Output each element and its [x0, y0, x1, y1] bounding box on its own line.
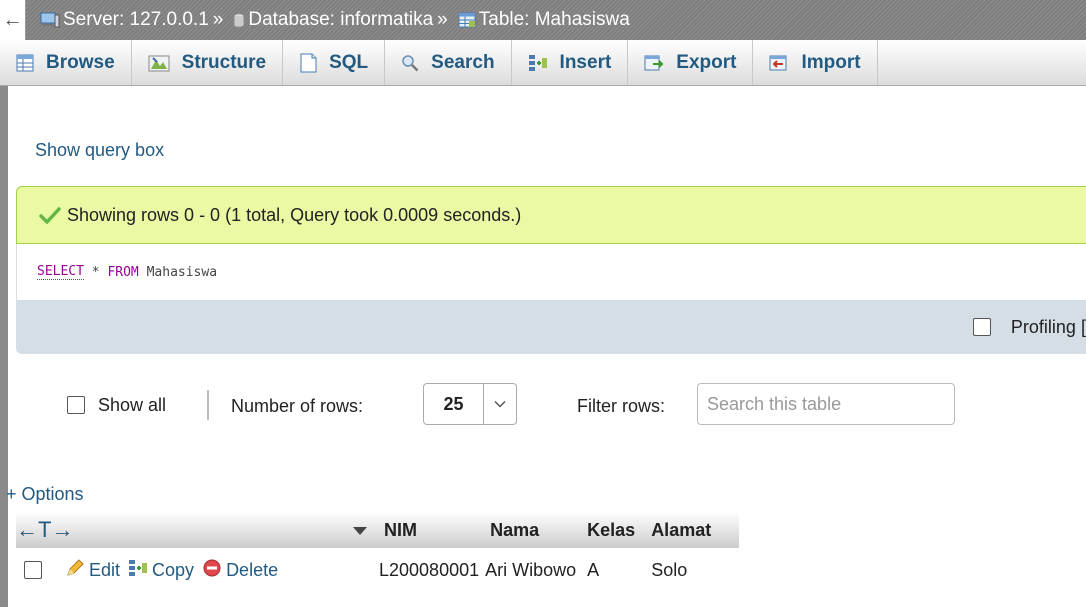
pencil-icon	[65, 558, 85, 583]
checkmark-icon	[39, 206, 61, 224]
sql-star: *	[83, 264, 108, 280]
copy-label: Copy	[152, 559, 195, 580]
tab-import-label: Import	[801, 51, 861, 73]
tab-sql-label: SQL	[329, 51, 369, 73]
row-controls-header: ← T →	[16, 512, 376, 548]
arrow-right-icon: →	[51, 517, 74, 542]
sql-keyword-select[interactable]: SELECT	[37, 264, 84, 280]
profiling-checkbox[interactable]	[972, 318, 991, 336]
tab-export-label: Export	[676, 51, 737, 73]
options-link[interactable]: + Options	[6, 484, 84, 505]
breadcrumb-server[interactable]: Server: 127.0.0.1	[34, 9, 209, 31]
insert-icon	[128, 559, 148, 582]
column-header-alamat[interactable]: Alamat	[643, 512, 740, 548]
sql-icon	[299, 53, 317, 73]
import-icon	[769, 54, 789, 72]
number-of-rows-value: 25	[424, 384, 484, 424]
navigation-panel-edge	[0, 86, 8, 607]
cell-alamat: Solo	[651, 559, 688, 580]
browse-icon	[16, 54, 34, 72]
search-icon	[401, 54, 419, 72]
export-icon	[644, 54, 664, 72]
breadcrumb-bar: ← Server: 127.0.0.1 » Database: informat…	[0, 0, 1086, 40]
breadcrumb-separator: »	[437, 9, 448, 30]
breadcrumb-table-label: Table: Mahasiswa	[478, 9, 630, 30]
number-of-rows-label: Number of rows:	[231, 396, 364, 416]
breadcrumb-database-label: Database: informatika	[248, 9, 434, 30]
success-message: Showing rows 0 - 0 (1 total, Query took …	[16, 186, 1086, 244]
show-all-label: Show all	[98, 395, 167, 415]
arrow-left-icon: ←	[16, 517, 38, 542]
results-table: ← T → NIM Nama Kelas Alamat Edit Copy De…	[16, 512, 740, 592]
column-header-kelas[interactable]: Kelas	[579, 512, 644, 548]
breadcrumb: Server: 127.0.0.1 » Database: informatik…	[26, 9, 630, 31]
filter-rows-label: Filter rows:	[577, 396, 666, 416]
breadcrumb-table[interactable]: Table: Mahasiswa	[452, 9, 630, 31]
t-marker-icon: T	[38, 517, 52, 542]
tab-export[interactable]: Export	[628, 40, 754, 85]
column-header-nama[interactable]: Nama	[482, 512, 580, 548]
nav-divider	[207, 390, 209, 420]
tab-search[interactable]: Search	[385, 40, 512, 85]
row-checkbox[interactable]	[24, 561, 42, 579]
cell-kelas: A	[587, 559, 600, 580]
filter-rows-input[interactable]	[697, 383, 955, 425]
tab-sql[interactable]: SQL	[283, 40, 386, 85]
tab-insert-label: Insert	[559, 51, 612, 73]
back-arrow-icon[interactable]: ←	[0, 0, 26, 40]
column-resize-arrows[interactable]: ← T →	[16, 517, 73, 543]
column-header-nim[interactable]: NIM	[376, 512, 483, 548]
insert-icon	[528, 54, 548, 72]
query-options-bar: Profiling [Ed	[16, 300, 1086, 354]
tab-browse-label: Browse	[46, 51, 115, 73]
triangle-down-icon[interactable]	[352, 520, 368, 541]
table-icon	[458, 12, 476, 28]
server-icon	[40, 12, 60, 28]
database-icon	[233, 12, 245, 28]
copy-button[interactable]: Copy	[128, 559, 194, 582]
edit-label: Edit	[89, 559, 121, 580]
breadcrumb-database[interactable]: Database: informatika	[227, 9, 433, 31]
tab-bar: Browse Structure SQL Search Insert Expor…	[0, 40, 1086, 86]
chevron-down-icon	[484, 400, 516, 408]
breadcrumb-separator: »	[212, 9, 224, 30]
tab-search-label: Search	[431, 51, 495, 73]
tab-structure[interactable]: Structure	[132, 40, 284, 85]
edit-button[interactable]: Edit	[65, 558, 120, 583]
cell-nama: Ari Wibowo	[485, 559, 577, 580]
profiling-label: Profiling	[1010, 316, 1076, 337]
sql-keyword-from: FROM	[107, 264, 139, 280]
sql-table-name: Mahasiswa	[138, 264, 218, 280]
number-of-rows-select[interactable]: 25	[423, 383, 517, 425]
tab-structure-label: Structure	[181, 51, 267, 73]
row-controls: Edit Copy Delete	[16, 548, 376, 592]
breadcrumb-server-label: Server: 127.0.0.1	[63, 9, 209, 30]
delete-label: Delete	[226, 559, 279, 580]
results-navigation: Show all Number of rows: 25 Filter rows:	[0, 380, 1086, 430]
sql-query-display: SELECT * FROM Mahasiswa	[16, 244, 1086, 300]
tab-insert[interactable]: Insert	[512, 40, 629, 85]
cell-nim: L200080001	[379, 559, 480, 580]
tab-browse[interactable]: Browse	[0, 40, 132, 85]
profiling-control: Profiling [Ed	[972, 316, 1086, 338]
table-header-row: ← T → NIM Nama Kelas Alamat	[16, 512, 740, 548]
table-row: Edit Copy Delete L200080001 Ari Wibowo A…	[16, 548, 739, 592]
structure-icon	[148, 54, 170, 72]
show-query-box-link[interactable]: Show query box	[35, 140, 164, 161]
tab-import[interactable]: Import	[753, 40, 878, 85]
show-all-checkbox[interactable]	[67, 396, 85, 414]
delete-icon	[202, 558, 222, 583]
delete-button[interactable]: Delete	[202, 558, 278, 583]
success-message-text: Showing rows 0 - 0 (1 total, Query took …	[67, 204, 522, 225]
